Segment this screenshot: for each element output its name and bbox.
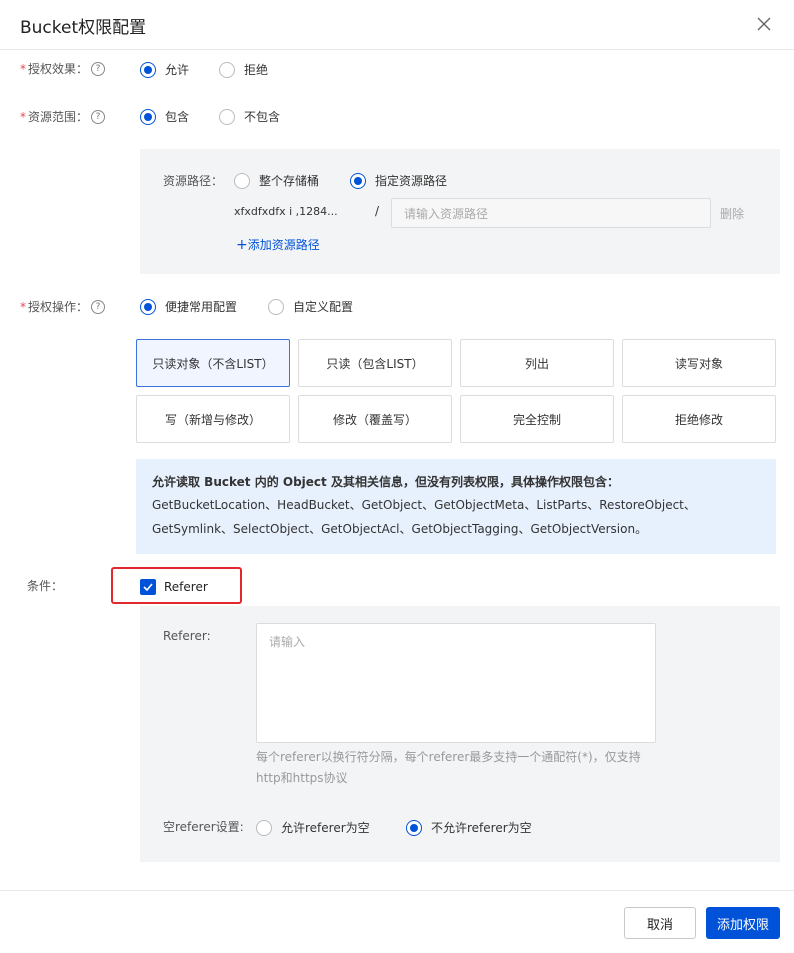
empty-referer-label: 空referer设置: bbox=[163, 820, 244, 834]
op-full-control[interactable]: 完全控制 bbox=[460, 395, 614, 443]
op-read-with-list[interactable]: 只读（包含LIST） bbox=[298, 339, 452, 387]
radio-dot bbox=[256, 819, 272, 836]
op-modify-overwrite[interactable]: 修改（覆盖写） bbox=[298, 395, 452, 443]
radio-dot bbox=[219, 108, 235, 125]
help-icon[interactable]: ? bbox=[91, 62, 105, 76]
empty-referer-allow-radio[interactable]: 允许referer为空 bbox=[256, 819, 370, 836]
radio-dot bbox=[406, 819, 422, 836]
op-read-write-object[interactable]: 读写对象 bbox=[622, 339, 776, 387]
radio-dot bbox=[234, 172, 250, 189]
add-resource-path-link[interactable]: +添加资源路径 bbox=[236, 236, 320, 253]
radio-dot bbox=[140, 61, 156, 78]
effect-radio-allow[interactable]: 允许 bbox=[140, 61, 189, 78]
empty-referer-deny-radio[interactable]: 不允许referer为空 bbox=[406, 819, 532, 836]
scope-radio-include[interactable]: 包含 bbox=[140, 108, 189, 125]
help-icon[interactable]: ? bbox=[91, 300, 105, 314]
radio-dot bbox=[268, 298, 284, 315]
radio-dot bbox=[350, 172, 366, 189]
referer-textarea[interactable]: 请输入 bbox=[256, 623, 656, 743]
radio-dot bbox=[219, 61, 235, 78]
op-read-object-no-list[interactable]: 只读对象（不含LIST） bbox=[136, 339, 290, 387]
resource-path-label: 资源路径： bbox=[163, 174, 224, 188]
operation-radio-quick[interactable]: 便捷常用配置 bbox=[140, 298, 237, 315]
operation-radio-custom[interactable]: 自定义配置 bbox=[268, 298, 353, 315]
condition-label: 条件： bbox=[27, 579, 64, 593]
effect-radio-deny[interactable]: 拒绝 bbox=[219, 61, 268, 78]
radio-dot bbox=[140, 108, 156, 125]
op-write-add-modify[interactable]: 写（新增与修改） bbox=[136, 395, 290, 443]
permission-info-box: 允许读取 Bucket 内的 Object 及其相关信息，但没有列表权限，具体操… bbox=[136, 459, 776, 554]
radio-dot bbox=[140, 298, 156, 315]
scope-label: * 资源范围： bbox=[20, 110, 89, 124]
help-icon[interactable]: ? bbox=[91, 110, 105, 124]
referer-label: Referer: bbox=[163, 629, 211, 643]
dialog-header: Bucket权限配置 bbox=[0, 0, 794, 50]
operation-label: * 授权操作： bbox=[20, 300, 89, 314]
delete-path-link[interactable]: 删除 bbox=[720, 205, 744, 222]
referer-checkbox[interactable]: Referer bbox=[140, 579, 208, 595]
path-separator: / bbox=[375, 204, 380, 218]
info-actions: GetBucketLocation、HeadBucket、GetObject、G… bbox=[152, 498, 696, 536]
plus-icon: + bbox=[236, 237, 248, 253]
bucket-prefix: xfxdfxdfx i ,1284... bbox=[234, 205, 338, 218]
info-lead: 允许读取 Bucket 内的 Object 及其相关信息，但没有列表权限，具体操… bbox=[152, 475, 619, 489]
op-deny-modify[interactable]: 拒绝修改 bbox=[622, 395, 776, 443]
cancel-button[interactable]: 取消 bbox=[624, 907, 696, 939]
path-radio-whole-bucket[interactable]: 整个存储桶 bbox=[234, 172, 319, 189]
resource-path-input[interactable]: 请输入资源路径 bbox=[391, 198, 711, 228]
effect-label: * 授权效果： bbox=[20, 62, 89, 76]
dialog-title: Bucket权限配置 bbox=[20, 18, 147, 38]
op-list[interactable]: 列出 bbox=[460, 339, 614, 387]
check-icon bbox=[140, 579, 156, 595]
referer-hint: 每个referer以换行符分隔，每个referer最多支持一个通配符(*)，仅支… bbox=[256, 750, 641, 785]
path-radio-specified[interactable]: 指定资源路径 bbox=[350, 172, 447, 189]
scope-radio-exclude[interactable]: 不包含 bbox=[219, 108, 280, 125]
add-permission-button[interactable]: 添加权限 bbox=[706, 907, 780, 939]
close-icon[interactable] bbox=[754, 14, 774, 34]
